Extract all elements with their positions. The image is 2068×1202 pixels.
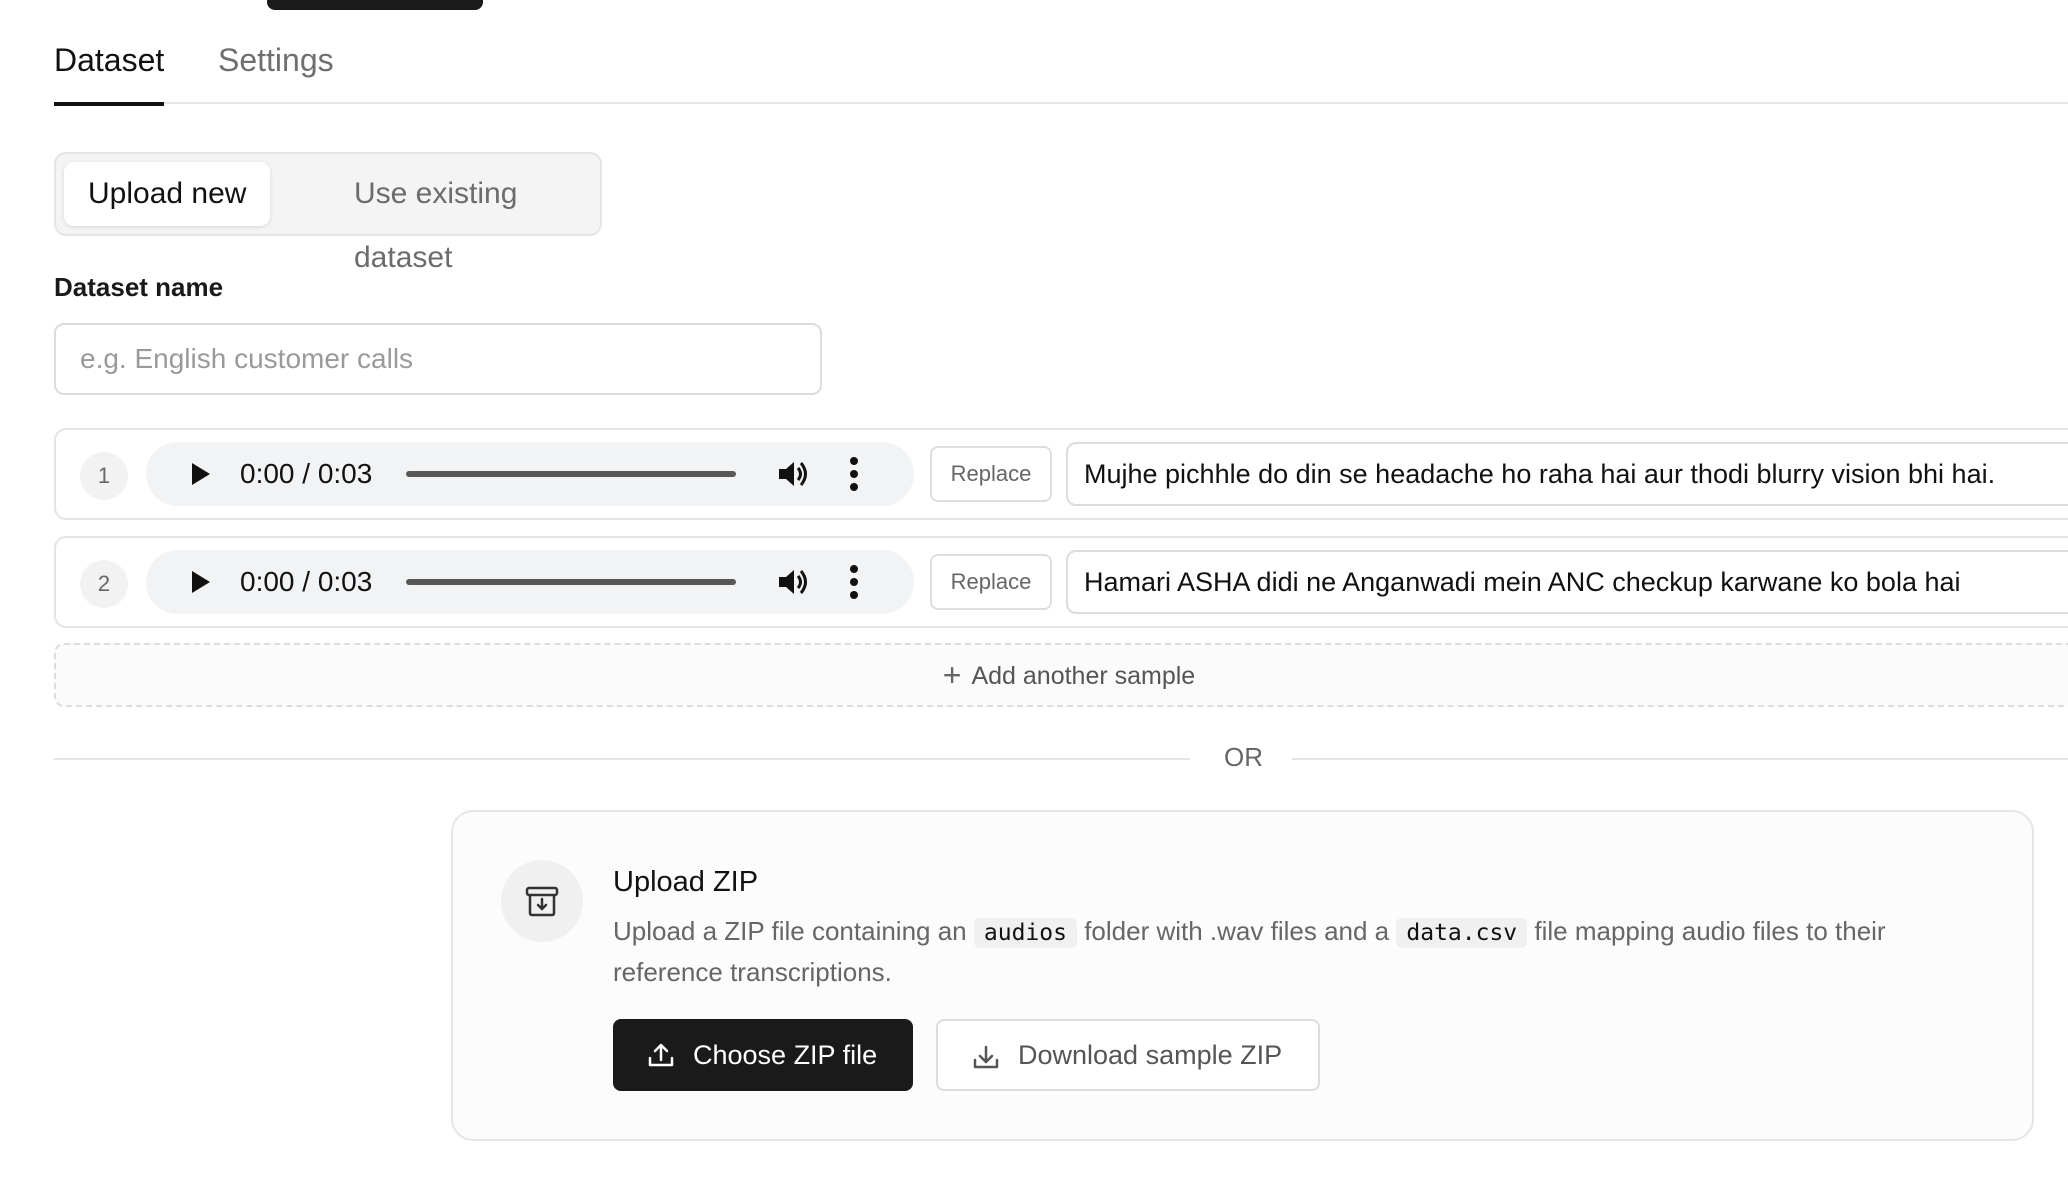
use-existing-dataset-option[interactable]: Use existing dataset xyxy=(330,162,600,274)
dataset-name-input[interactable] xyxy=(54,323,822,395)
upload-icon xyxy=(648,1043,674,1067)
download-icon xyxy=(973,1045,999,1069)
volume-icon[interactable] xyxy=(776,566,810,598)
sample-row: 1 0:00 / 0:03 Replace Mujhe pichhle do d… xyxy=(54,428,2068,520)
transcript-input[interactable]: Mujhe pichhle do din se headache ho raha… xyxy=(1066,442,2068,506)
upload-new-option[interactable]: Upload new xyxy=(64,162,271,226)
more-vertical-icon[interactable] xyxy=(846,564,862,600)
audio-time: 0:00 / 0:03 xyxy=(240,566,373,597)
choose-zip-label: Choose ZIP file xyxy=(693,1040,878,1070)
sample-index-badge: 1 xyxy=(80,452,128,500)
audio-progress-bar[interactable] xyxy=(406,579,736,585)
plus-icon: + xyxy=(942,657,962,693)
replace-button[interactable]: Replace xyxy=(930,446,1052,502)
download-sample-label: Download sample ZIP xyxy=(1018,1040,1283,1070)
zip-upload-card: Upload ZIP Upload a ZIP file containing … xyxy=(451,810,2034,1141)
volume-icon[interactable] xyxy=(776,458,810,490)
divider-line-right xyxy=(1292,758,2068,760)
data-csv-code: data.csv xyxy=(1396,918,1528,948)
play-icon[interactable] xyxy=(186,460,214,488)
sample-row: 2 0:00 / 0:03 Replace Hamari ASHA didi n… xyxy=(54,536,2068,628)
divider-line-left xyxy=(54,758,1190,760)
desc-text: Upload a ZIP file containing an xyxy=(613,916,967,946)
dataset-name-label: Dataset name xyxy=(54,272,224,302)
choose-zip-button[interactable]: Choose ZIP file xyxy=(613,1019,913,1091)
sample-index-badge: 2 xyxy=(80,560,128,608)
play-icon[interactable] xyxy=(186,568,214,596)
or-divider-label: OR xyxy=(1224,742,1263,772)
add-sample-button[interactable]: + Add another sample xyxy=(54,643,2068,707)
transcript-input[interactable]: Hamari ASHA didi ne Anganwadi mein ANC c… xyxy=(1066,550,2068,614)
audio-player: 0:00 / 0:03 xyxy=(146,550,914,614)
zip-upload-title: Upload ZIP xyxy=(613,866,759,898)
tab-settings[interactable]: Settings xyxy=(218,38,334,102)
archive-download-icon xyxy=(525,886,559,917)
download-sample-zip-button[interactable]: Download sample ZIP xyxy=(936,1019,1320,1091)
source-toggle: Upload new Use existing dataset xyxy=(54,152,602,274)
audio-player: 0:00 / 0:03 xyxy=(146,442,914,506)
more-vertical-icon[interactable] xyxy=(846,456,862,492)
desc-text: folder with .wav files and a xyxy=(1084,916,1390,946)
add-sample-label: Add another sample xyxy=(971,662,1196,690)
tab-bar: Dataset Settings xyxy=(54,0,2068,106)
audio-time: 0:00 / 0:03 xyxy=(240,458,373,489)
archive-icon-badge xyxy=(501,860,583,942)
zip-upload-description: Upload a ZIP file containing an audios f… xyxy=(613,912,1993,992)
tab-dataset[interactable]: Dataset xyxy=(54,38,165,106)
audio-progress-bar[interactable] xyxy=(406,471,736,477)
audios-code: audios xyxy=(973,918,1077,948)
replace-button[interactable]: Replace xyxy=(930,554,1052,610)
